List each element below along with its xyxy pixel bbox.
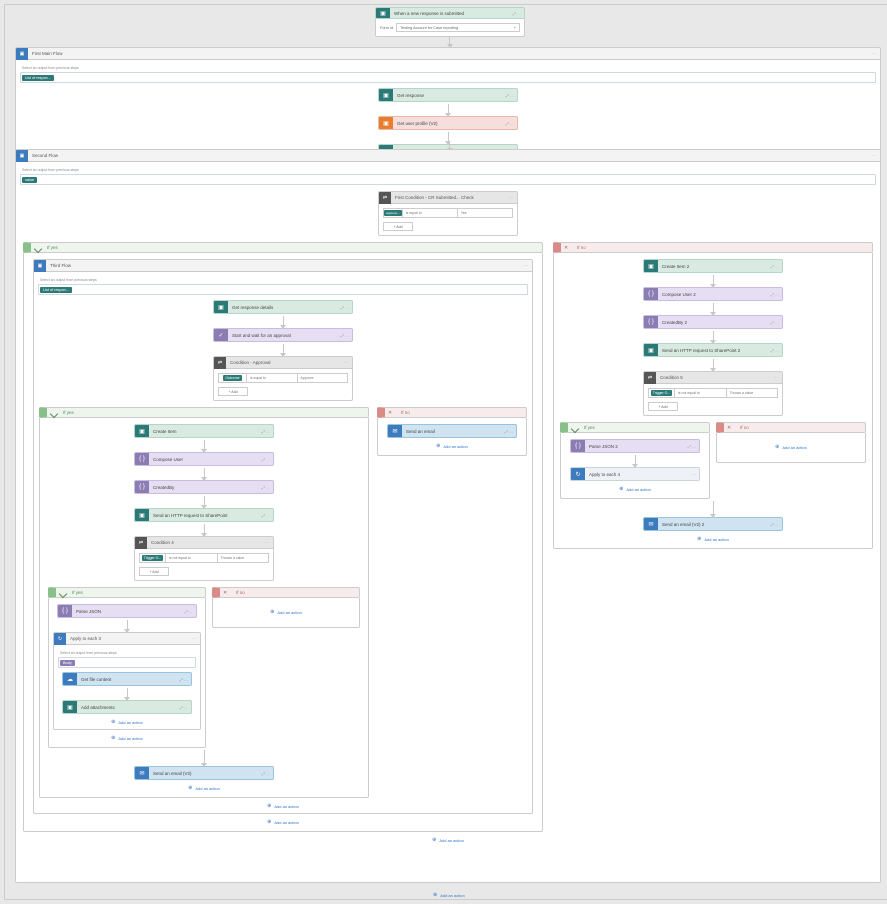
loop-icon: ↻ [571,468,585,480]
create-item2-card[interactable]: ▣Create Item 2⤢ ⋯ [643,259,783,273]
send-email3-card[interactable]: ✉Send an email (V2) 2⤢ ⋯ [643,517,783,531]
parse2-card[interactable]: { }Parse JSON 2⤢ ⋯ [570,439,700,453]
http-sp-card[interactable]: ▣Send an HTTP request to SharePoint⤢ ⋯ [134,508,274,522]
add-action[interactable]: Add an action [433,892,465,898]
leaf-no[interactable]: If no [212,587,360,598]
forms-icon: ▣ [214,301,228,313]
yes-branch[interactable]: If yes [23,242,543,253]
office-icon: ▣ [379,117,393,129]
data-icon: { } [58,605,72,617]
sharepoint-icon: ▣ [644,260,658,272]
condition-approval[interactable]: ⇄Condition - Approval⋯ Outcome is equal … [213,356,353,401]
forms-icon: ▣ [376,8,390,18]
condition-icon: ⇄ [214,357,226,369]
chevron-down-icon: ˅ [514,26,516,30]
chip: List of respon... [22,75,54,81]
sharepoint-icon: ▣ [63,701,77,713]
add-row[interactable]: + Add [383,222,413,231]
outlook-icon: ✉ [135,767,149,779]
condition-icon: ⇄ [379,192,391,204]
trigger-input-label: Form Id [380,26,393,30]
add-action[interactable]: Add an action [432,837,464,843]
add-action[interactable]: Add an action [111,735,143,741]
scope-icon: ▣ [16,150,28,162]
send-email2-card[interactable]: ✉Send an email⤢ ⋯ [387,424,517,438]
add-attach-card[interactable]: ▣Add attachments⤢ ⋯ [62,700,192,714]
compose-icon: { } [135,453,149,465]
add-action[interactable]: Add an action [775,444,807,450]
add-action[interactable]: Add an action [267,803,299,809]
outlook-icon: ✉ [388,425,402,437]
add-action[interactable]: Add an action [619,486,651,492]
no-branch[interactable]: If no [553,242,873,253]
outlook-icon: ✉ [644,518,658,530]
compose-icon: { } [644,316,658,328]
first-scope: ▣ First Main Flow ⋯ Select an output fro… [15,47,881,163]
right-yes[interactable]: If yes [560,422,710,433]
add-action[interactable]: Add an action [697,536,729,542]
forms-icon: ▣ [379,89,393,101]
sharepoint-icon: ▣ [135,425,149,437]
add-action[interactable]: Add an action [270,609,302,615]
get-response-card[interactable]: ▣ Get response ⤢ ⋯ [378,88,518,102]
sharepoint-icon: ▣ [135,509,149,521]
createdby2-card[interactable]: { }CreatedBy 2⤢ ⋯ [643,315,783,329]
add-action[interactable]: Add an action [111,719,143,725]
compose-card[interactable]: { }Compose User⤢ ⋯ [134,452,274,466]
add-action[interactable]: Add an action [188,785,220,791]
add-action[interactable]: Add an action [436,443,468,449]
leaf-yes[interactable]: If yes [48,587,206,598]
createdby-card[interactable]: { }CreatedBy⤢ ⋯ [134,480,274,494]
condition-5[interactable]: ⇄Condition 5⋯ Trigger O... is not equal … [643,371,783,416]
scope-icon: ▣ [34,260,46,272]
onedrive-icon: ☁ [63,673,77,685]
compose-icon: { } [135,481,149,493]
send-email-card[interactable]: ✉Send an email (V2)⤢ ⋯ [134,766,274,780]
condition-1[interactable]: ⇄ First Condition - CR Submitted... Chec… [378,191,518,236]
trigger-select[interactable]: Testing Account for Case reporting˅ [396,23,520,32]
http-sp2-card[interactable]: ▣Send an HTTP request to SharePoint 2⤢ ⋯ [643,343,783,357]
condition-4[interactable]: ⇄Condition 4⋯ Trigger O... is not equal … [134,536,274,581]
scope-input[interactable]: value [20,174,876,185]
loop-icon: ↻ [54,633,66,645]
scope-input[interactable]: List of respon... [20,72,876,83]
scope-subnote: Select an output from previous steps [20,64,79,72]
approval-card[interactable]: ✓ Start and wait for an approval⤢ ⋯ [213,328,353,342]
card-tools[interactable]: ⤢ ⋯ [502,8,524,18]
parse-json-card[interactable]: { }Parse JSON⤢ ⋯ [57,604,197,618]
compose2-card[interactable]: { }Compose User 2⤢ ⋯ [643,287,783,301]
approval-icon: ✓ [214,329,228,341]
sharepoint-icon: ▣ [644,344,658,356]
inner-yes[interactable]: If yes [39,407,369,418]
inner-no[interactable]: If no [377,407,527,418]
scope-title: First Main Flow [32,51,63,56]
scope-icon: ▣ [16,48,28,60]
second-scope: ▣ Second Flow ⋯ Select an output from pr… [15,149,881,883]
get-profile-card[interactable]: ▣ Get user profile (V2) ⤢ ⋯ [378,116,518,130]
right-no[interactable]: If no [716,422,866,433]
trigger[interactable]: ▣ When a new response is submitted ⤢ ⋯ F… [375,7,525,37]
third-scope: ▣ Third Flow ⋯ Select an output from pre… [33,259,533,814]
scope-title: Second Flow [32,153,58,158]
compose-icon: { } [644,288,658,300]
get-response-details-card[interactable]: ▣ Get response details⤢ ⋯ [213,300,353,314]
data-icon: { } [571,440,585,452]
condition-icon: ⇄ [135,537,147,549]
trigger-title: When a new response is submitted [390,8,502,18]
condition-row[interactable]: Approve... is equal to Yes [383,208,513,218]
apply2-card[interactable]: ↻Apply to each 4⋯ [570,467,700,481]
create-item-card[interactable]: ▣Create Item⤢ ⋯ [134,424,274,438]
add-action[interactable]: Add an action [267,819,299,825]
condition-icon: ⇄ [644,372,656,384]
apply-each: ↻Apply to each 3⋯ Select an output from … [53,632,201,730]
card-tools[interactable]: ⋯ [872,51,876,56]
get-file-card[interactable]: ☁Get file content⤢ ⋯ [62,672,192,686]
